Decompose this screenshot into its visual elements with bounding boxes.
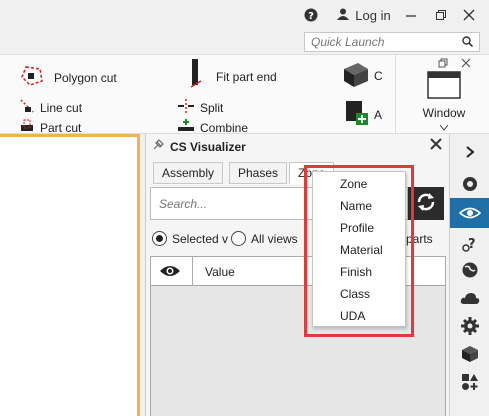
help-search-icon[interactable]: ? [450, 230, 489, 258]
radio-selected-indicator [152, 231, 167, 246]
fit-part-end-label: Fit part end [216, 69, 277, 84]
fit-part-end-icon [190, 59, 202, 94]
search-icon [462, 36, 474, 50]
radio-selected-views[interactable]: Selected v [152, 231, 228, 246]
add-part-icon [344, 99, 370, 130]
tab-phases[interactable]: Phases [229, 162, 288, 184]
window-button[interactable]: Window [414, 71, 474, 134]
window-label: Window [422, 106, 466, 120]
line-cut-button[interactable]: Line cut [20, 99, 82, 116]
split-icon [178, 99, 194, 116]
radio-all-label: All views [251, 231, 298, 246]
split-label: Split [200, 100, 224, 115]
globe-icon[interactable] [450, 256, 489, 284]
pin-icon[interactable] [152, 139, 164, 154]
cloud-icon[interactable] [450, 284, 489, 312]
radio-all-views[interactable]: All views [231, 231, 298, 246]
line-cut-icon [20, 99, 34, 116]
model-view[interactable] [0, 134, 140, 416]
refresh-icon [415, 191, 437, 216]
eye-icon[interactable] [159, 264, 181, 281]
line-cut-label: Line cut [40, 100, 83, 115]
side-toolbar: ? [449, 134, 489, 416]
minimize-icon[interactable] [400, 5, 422, 25]
restore-icon[interactable] [430, 5, 452, 25]
gear-icon[interactable] [450, 312, 489, 340]
c-tool-label: C [374, 68, 383, 83]
radio-selected-label: Selected v [172, 231, 229, 246]
polygon-cut-label: Polygon cut [54, 70, 117, 85]
quick-launch-input[interactable]: Quick Launch [304, 32, 480, 52]
a-tool-label: A [374, 107, 383, 122]
c-tool-button[interactable]: C [340, 59, 383, 92]
tab-assembly[interactable]: Assembly [153, 162, 224, 184]
box-icon [340, 59, 370, 92]
chevron-down-icon [439, 120, 449, 134]
shapes-icon[interactable] [450, 368, 489, 396]
login-button[interactable]: Log in [334, 5, 394, 25]
fit-part-end-button[interactable]: Fit part end [190, 59, 277, 94]
part-cut-label: Part cut [40, 120, 82, 135]
panel-title: CS Visualizer [170, 139, 246, 154]
a-tool-button[interactable]: A [344, 99, 382, 130]
highlight-box [304, 165, 414, 337]
user-icon [337, 8, 350, 23]
polygon-cut-button[interactable]: Polygon cut [20, 65, 117, 90]
panel-close-icon[interactable] [430, 138, 442, 153]
help-icon[interactable]: ? [302, 5, 320, 25]
login-label: Log in [355, 7, 391, 23]
close-icon[interactable] [458, 5, 480, 25]
combine-label: Combine [200, 120, 249, 135]
grid-column-divider [192, 257, 193, 285]
refresh-settings-icon[interactable] [450, 170, 489, 198]
split-button[interactable]: Split [178, 99, 223, 116]
ribbon-divider [395, 55, 396, 135]
window-group-close-icon[interactable] [461, 57, 471, 71]
svg-text:?: ? [308, 11, 314, 22]
polygon-cut-icon [20, 65, 44, 90]
column-value[interactable]: Value [205, 265, 235, 279]
window-icon [427, 71, 461, 102]
cube-icon[interactable] [450, 340, 489, 368]
panel-header: CS Visualizer [152, 139, 246, 154]
window-group-restore-icon[interactable] [438, 57, 448, 71]
search-placeholder: Search... [159, 197, 208, 211]
cs-visualizer-icon[interactable] [450, 198, 489, 228]
radio-all-indicator [231, 231, 246, 246]
chevron-right-icon[interactable] [450, 138, 489, 166]
ribbon: Polygon cut Fit part end C Line cut Spli… [0, 54, 489, 135]
title-bar: ? Log in [0, 0, 489, 30]
quick-launch-placeholder: Quick Launch [311, 35, 385, 49]
